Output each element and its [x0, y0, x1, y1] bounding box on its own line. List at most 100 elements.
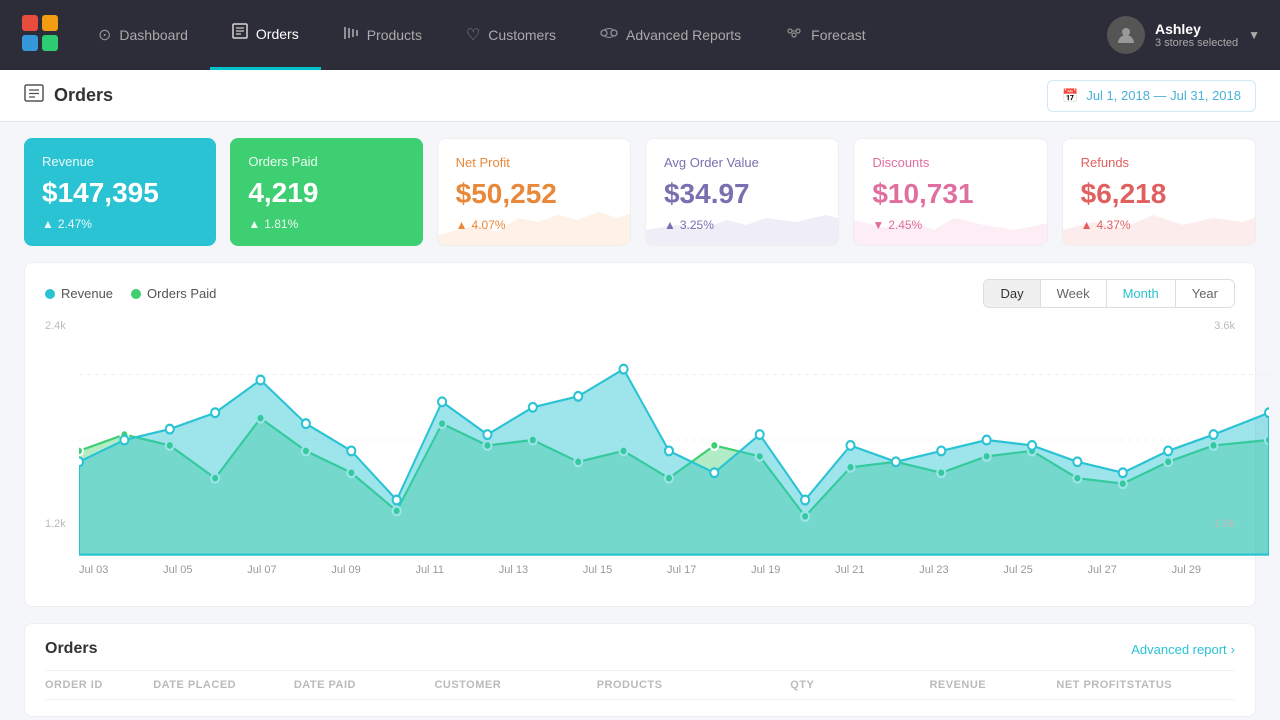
arrow-up-icon: ▲	[42, 217, 54, 231]
calendar-icon: 📅	[1062, 88, 1078, 104]
nav-label-orders: Orders	[256, 26, 299, 42]
y-label-top-right: 3.6k	[1203, 320, 1235, 332]
col-header-order-id: ORDER ID	[45, 679, 153, 691]
user-name: Ashley	[1155, 21, 1238, 37]
chevron-right-icon: ›	[1231, 642, 1235, 657]
stat-value-orders-paid: 4,219	[248, 177, 404, 209]
col-header-qty: QTY	[759, 679, 846, 691]
stat-card-orders-paid: Orders Paid 4,219 ▲ 1.81%	[230, 138, 422, 246]
stat-label-refunds: Refunds	[1081, 155, 1237, 170]
nav-item-forecast[interactable]: Forecast	[763, 0, 887, 70]
nav-label-products: Products	[367, 27, 422, 43]
x-label-jul17: Jul 17	[667, 564, 696, 576]
chart-header: Revenue Orders Paid Day Week Month Year	[45, 279, 1235, 308]
main-chart-svg	[79, 320, 1269, 560]
y-axis-right: 3.6k 1.8k	[1203, 320, 1235, 530]
chart-period-buttons: Day Week Month Year	[983, 279, 1235, 308]
orders-table-title: Orders	[45, 640, 97, 658]
stat-change-orders-paid: ▲ 1.81%	[248, 217, 404, 231]
customers-icon: ♡	[466, 25, 480, 45]
col-header-date-paid: DATE PAID	[294, 679, 435, 691]
page-title-text: Orders	[54, 85, 113, 106]
user-avatar	[1107, 16, 1145, 54]
user-menu-chevron-icon: ▼	[1248, 28, 1260, 42]
stat-card-discounts: Discounts $10,731 ▼ 2.45%	[853, 138, 1047, 246]
stat-change-revenue: ▲ 2.47%	[42, 217, 198, 231]
date-range-button[interactable]: 📅 Jul 1, 2018 — Jul 31, 2018	[1047, 80, 1256, 112]
nav-label-forecast: Forecast	[811, 27, 865, 43]
stats-row: Revenue $147,395 ▲ 2.47% Orders Paid 4,2…	[0, 122, 1280, 262]
col-header-net-profit: NET PROFIT	[986, 679, 1127, 691]
x-label-jul03: Jul 03	[79, 564, 108, 576]
user-stores: 3 stores selected	[1155, 37, 1238, 49]
x-label-jul07: Jul 07	[247, 564, 276, 576]
period-btn-day[interactable]: Day	[984, 280, 1040, 307]
stat-card-avg-order: Avg Order Value $34.97 ▲ 3.25%	[645, 138, 839, 246]
legend-orders-paid: Orders Paid	[131, 286, 216, 301]
nav-label-dashboard: Dashboard	[119, 27, 188, 43]
legend-label-revenue: Revenue	[61, 286, 113, 301]
date-range-text: Jul 1, 2018 — Jul 31, 2018	[1086, 88, 1241, 103]
table-header-row: ORDER ID DATE PLACED DATE PAID CUSTOMER …	[45, 670, 1235, 700]
chart-area: 2.4k 1.2k 3.6k 1.8k	[45, 320, 1235, 590]
y-label-top-left: 2.4k	[45, 320, 77, 332]
chart-x-labels: Jul 03 Jul 05 Jul 07 Jul 09 Jul 11 Jul 1…	[45, 564, 1235, 576]
col-header-products: PRODUCTS	[597, 679, 759, 691]
stat-label-avg-order: Avg Order Value	[664, 155, 820, 170]
nav-item-orders[interactable]: Orders	[210, 0, 321, 70]
page-header: Orders 📅 Jul 1, 2018 — Jul 31, 2018	[0, 70, 1280, 122]
stat-value-revenue: $147,395	[42, 177, 198, 209]
user-menu[interactable]: Ashley 3 stores selected ▼	[1107, 16, 1260, 54]
legend-dot-revenue	[45, 289, 55, 299]
dashboard-icon: ⊙	[98, 25, 111, 45]
period-btn-year[interactable]: Year	[1176, 280, 1234, 307]
y-axis-left: 2.4k 1.2k	[45, 320, 77, 530]
advanced-report-link[interactable]: Advanced report ›	[1131, 642, 1235, 657]
x-label-jul11: Jul 11	[415, 564, 444, 576]
navbar: ⊙ Dashboard Orders	[0, 0, 1280, 70]
legend-revenue: Revenue	[45, 286, 113, 301]
x-label-jul19: Jul 19	[751, 564, 780, 576]
legend-label-orders-paid: Orders Paid	[147, 286, 216, 301]
nav-item-dashboard[interactable]: ⊙ Dashboard	[76, 0, 210, 70]
legend-dot-orders-paid	[131, 289, 141, 299]
forecast-icon	[785, 26, 803, 45]
x-label-jul27: Jul 27	[1088, 564, 1117, 576]
products-icon	[343, 26, 359, 45]
x-label-jul21: Jul 21	[835, 564, 864, 576]
x-label-jul13: Jul 13	[499, 564, 528, 576]
x-label-jul23: Jul 23	[919, 564, 948, 576]
app-logo[interactable]	[20, 13, 60, 58]
stat-label-revenue: Revenue	[42, 154, 198, 169]
col-header-revenue: REVENUE	[846, 679, 987, 691]
stat-label-discounts: Discounts	[872, 155, 1028, 170]
nav-items: ⊙ Dashboard Orders	[76, 0, 1107, 70]
chart-section: Revenue Orders Paid Day Week Month Year …	[24, 262, 1256, 607]
x-label-jul25: Jul 25	[1003, 564, 1032, 576]
y-label-bottom-right: 1.8k	[1203, 518, 1235, 530]
chart-legend: Revenue Orders Paid	[45, 286, 216, 301]
col-header-status: STATUS	[1127, 679, 1235, 691]
advanced-report-label: Advanced report	[1131, 642, 1226, 657]
stat-card-refunds: Refunds $6,218 ▲ 4.37%	[1062, 138, 1256, 246]
x-label-jul05: Jul 05	[163, 564, 192, 576]
nav-item-products[interactable]: Products	[321, 0, 444, 70]
x-label-jul29: Jul 29	[1172, 564, 1201, 576]
arrow-up-icon: ▲	[248, 217, 260, 231]
nav-item-customers[interactable]: ♡ Customers	[444, 0, 578, 70]
advanced-reports-icon	[600, 26, 618, 45]
user-info: Ashley 3 stores selected	[1155, 21, 1238, 49]
orders-icon	[232, 23, 248, 44]
col-header-customer: CUSTOMER	[434, 679, 596, 691]
period-btn-week[interactable]: Week	[1041, 280, 1107, 307]
x-label-jul15: Jul 15	[583, 564, 612, 576]
stat-card-revenue: Revenue $147,395 ▲ 2.47%	[24, 138, 216, 246]
nav-item-advanced-reports[interactable]: Advanced Reports	[578, 0, 763, 70]
col-header-date-placed: DATE PLACED	[153, 679, 294, 691]
stat-card-net-profit: Net Profit $50,252 ▲ 4.07%	[437, 138, 631, 246]
nav-label-advanced-reports: Advanced Reports	[626, 27, 741, 43]
nav-label-customers: Customers	[488, 27, 556, 43]
period-btn-month[interactable]: Month	[1107, 280, 1176, 307]
x-label-jul09: Jul 09	[331, 564, 360, 576]
y-label-bottom-left: 1.2k	[45, 518, 77, 530]
